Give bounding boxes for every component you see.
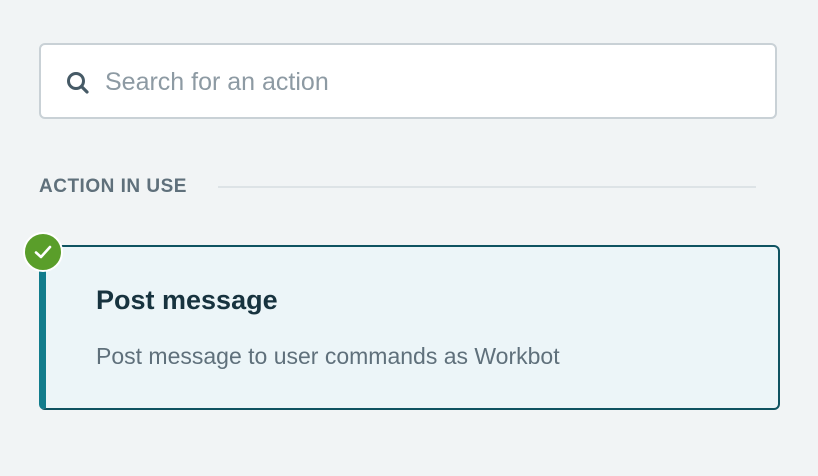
action-card-post-message[interactable]: Post message Post message to user comman… <box>39 245 780 410</box>
action-description: Post message to user commands as Workbot <box>96 343 560 369</box>
check-circle-icon <box>23 232 63 272</box>
section-header: ACTION IN USE <box>39 172 187 202</box>
section-divider <box>218 186 756 188</box>
section-title: ACTION IN USE <box>39 176 187 197</box>
search-input[interactable] <box>105 55 755 109</box>
search-box[interactable] <box>39 43 777 119</box>
action-title: Post message <box>96 285 278 315</box>
